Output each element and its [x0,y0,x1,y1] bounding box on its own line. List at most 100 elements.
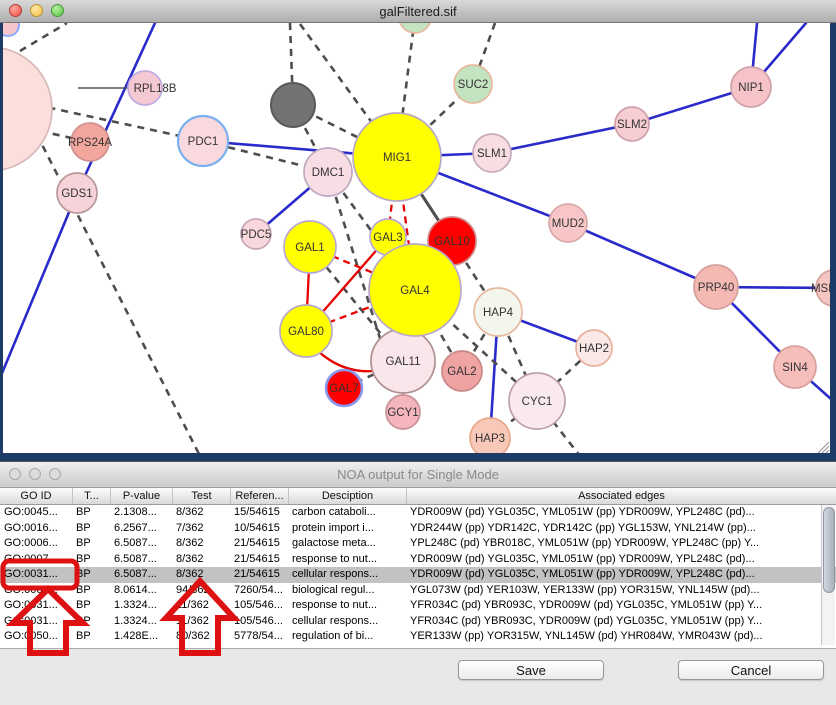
cancel-button[interactable]: Cancel [678,660,824,680]
table-cell: YDR009W (pd) YGL035C, YML051W (pp) YDR00… [406,567,836,583]
table-cell: YDR244W (pp) YDR142C, YDR142C (pp) YGL15… [406,521,836,537]
table-cell: 21/54615 [230,536,288,552]
graph-node-label: GAL2 [447,366,476,378]
table-cell: GO:0050... [0,629,72,645]
column-header[interactable]: Test [172,488,230,504]
graph-node-label: SLM1 [477,148,507,160]
table-cell: BP [72,629,110,645]
table-cell: 6.5087... [110,552,172,568]
table-cell: 21/54615 [230,552,288,568]
table-row[interactable]: GO:0031...BP1.3324...11/362105/546...res… [0,598,836,614]
table-cell: 5778/54... [230,629,288,645]
scrollbar-thumb[interactable] [823,507,835,593]
table-cell: carbon cataboli... [288,505,406,521]
zoom-button[interactable] [49,468,61,480]
table-cell: response to nut... [288,552,406,568]
table-cell: BP [72,536,110,552]
table-cell: YFR034C (pd) YBR093C, YDR009W (pd) YGL03… [406,614,836,630]
table-cell: GO:0031... [0,567,72,583]
noa-window-titlebar[interactable]: NOA output for Single Mode [0,462,836,488]
table-cell: GO:0031... [0,614,72,630]
table-cell: 94/362 [172,583,230,599]
table-cell: regulation of bi... [288,629,406,645]
table-cell: 1.3324... [110,614,172,630]
table-row[interactable]: GO:0006...BP6.5087...8/36221/54615galact… [0,536,836,552]
table-row[interactable]: GO:0007...BP6.5087...8/36221/54615respon… [0,552,836,568]
table-cell: YER133W (pp) YOR315W, YNL145W (pd) YHR08… [406,629,836,645]
minimize-button[interactable] [29,468,41,480]
table-cell: 15/54615 [230,505,288,521]
save-button[interactable]: Save [458,660,604,680]
table-cell: response to nut... [288,598,406,614]
close-button[interactable] [9,4,22,17]
graph-node-label: SLM2 [617,119,647,131]
table-cell: 1.428E... [110,629,172,645]
table-cell: cellular respons... [288,614,406,630]
table-row[interactable]: GO:0031...BP1.3324...11/362105/546...cel… [0,614,836,630]
graph-edge[interactable] [77,23,155,193]
minimize-button[interactable] [30,4,43,17]
resize-grip-icon[interactable] [818,442,829,453]
network-canvas[interactable]: RPL18BRPS24AGDS1PDC1DMC1MIG1SUC2SLM1SLM2… [3,23,830,453]
table-body: GO:0045...BP2.1308...8/36215/54615carbon… [0,505,836,645]
table-cell: BP [72,598,110,614]
graph-node-label: CYC1 [522,396,553,408]
graph-node[interactable] [271,83,315,127]
column-header[interactable]: T... [72,488,110,504]
table-cell: GO:0006... [0,536,72,552]
graph-node-label: SUC2 [458,79,489,91]
table-cell: 10/54615 [230,521,288,537]
table-row[interactable]: GO:0065...BP8.0614...94/3627260/54...bio… [0,583,836,599]
graph-node-label: NIP1 [738,82,764,94]
table-row[interactable]: GO:0031...BP6.5087...8/36221/54615cellul… [0,567,836,583]
window-controls [9,4,64,17]
table-cell: 6.5087... [110,536,172,552]
network-window-titlebar[interactable]: galFiltered.sif [0,0,836,23]
table-cell: YDR009W (pd) YGL035C, YML051W (pp) YDR00… [406,552,836,568]
column-header[interactable]: P-value [110,488,172,504]
column-header[interactable]: Associated edges [406,488,836,504]
table-cell: BP [72,521,110,537]
table-cell: 8/362 [172,552,230,568]
graph-node-label: MUD2 [552,218,585,230]
table-cell: BP [72,552,110,568]
table-cell: 105/546... [230,598,288,614]
graph-node-label: HAP2 [579,343,609,355]
table-body-wrap: GO:0045...BP2.1308...8/36215/54615carbon… [0,505,836,649]
vertical-scrollbar[interactable] [821,505,835,645]
table-cell: GO:0007... [0,552,72,568]
graph-node[interactable] [3,23,19,36]
graph-node-label: GAL11 [386,356,421,368]
zoom-button[interactable] [51,4,64,17]
table-cell: GO:0065... [0,583,72,599]
column-header[interactable]: Desciption [288,488,406,504]
graph-edge[interactable] [25,111,200,453]
table-row[interactable]: GO:0045...BP2.1308...8/36215/54615carbon… [0,505,836,521]
graph-node[interactable] [399,23,431,33]
graph-edge[interactable] [492,124,632,153]
graph-node-label: GAL4 [400,285,430,297]
graph-edge[interactable] [568,223,716,287]
table-cell: 21/54615 [230,567,288,583]
table-cell: GO:0045... [0,505,72,521]
table-row[interactable]: GO:0050...BP1.428E...80/3625778/54...reg… [0,629,836,645]
table-cell: BP [72,505,110,521]
table-cell: 11/362 [172,598,230,614]
graph-node-label: GAL80 [288,326,324,338]
graph-edge[interactable] [3,193,77,378]
noa-output-window: NOA output for Single Mode GO IDT...P-va… [0,461,836,705]
table-cell: GO:0016... [0,521,72,537]
table-cell: YGL073W (pd) YER103W, YER133W (pp) YOR31… [406,583,836,599]
column-header[interactable]: Referen... [230,488,288,504]
close-button[interactable] [9,468,21,480]
table-row[interactable]: GO:0016...BP6.2567...7/36210/54615protei… [0,521,836,537]
column-header[interactable]: GO ID [0,488,72,504]
table-cell: BP [72,583,110,599]
table-cell: 1.3324... [110,598,172,614]
table-cell: 8/362 [172,505,230,521]
noa-window-title: NOA output for Single Mode [337,467,499,482]
graph-edge[interactable] [20,23,67,51]
graph-node-label: DMC1 [312,167,345,179]
graph-node-label: HAP3 [475,433,505,445]
window-controls-inactive [9,468,61,480]
